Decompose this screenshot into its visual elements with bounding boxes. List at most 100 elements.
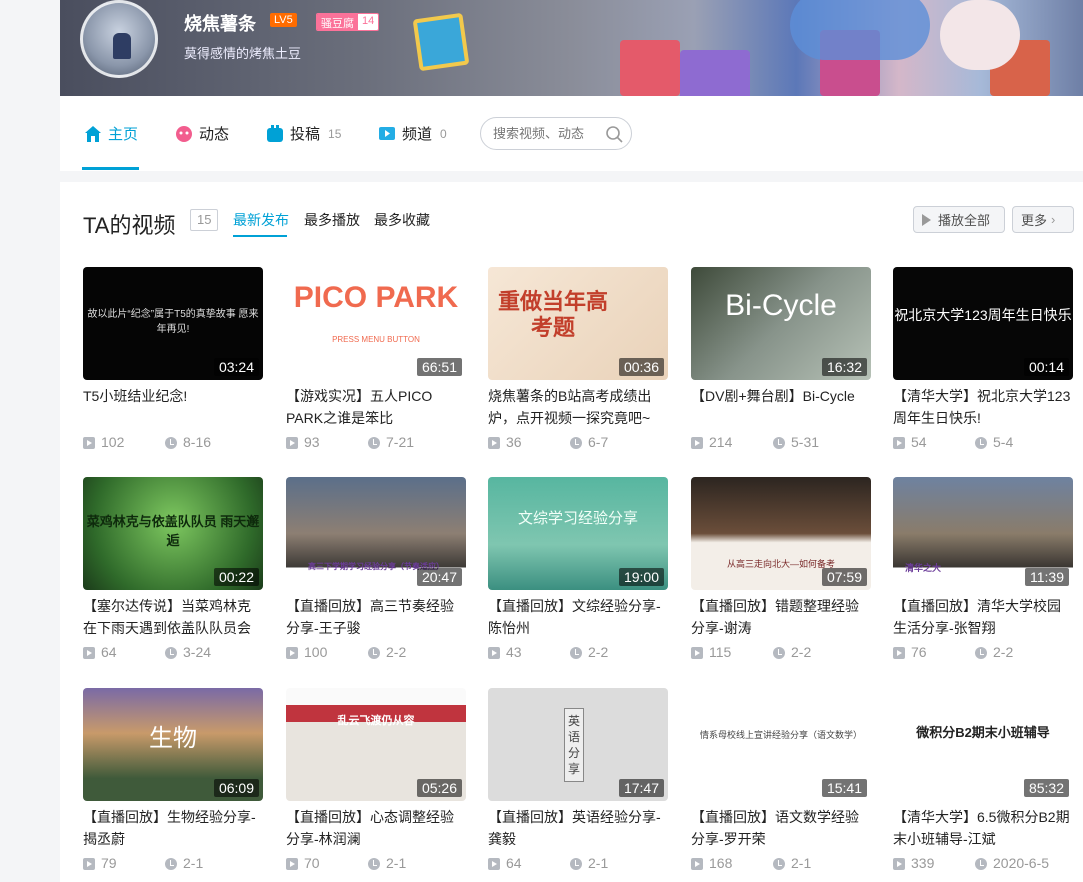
video-meta: 64 2-1 bbox=[488, 855, 668, 873]
play-count-icon bbox=[488, 647, 500, 659]
video-thumbnail[interactable]: 清华之大 11:39 bbox=[893, 477, 1073, 590]
video-title[interactable]: 【游戏实况】五人PICO PARK之谁是笨比 bbox=[286, 385, 466, 429]
clock-icon bbox=[165, 647, 177, 659]
video-thumbnail[interactable]: 乱云飞渡仍从容 05:26 bbox=[286, 688, 466, 801]
video-meta: 76 2-2 bbox=[893, 644, 1073, 662]
play-count-icon bbox=[488, 858, 500, 870]
video-thumbnail[interactable]: Bi-Cycle 16:32 bbox=[691, 267, 871, 380]
video-card[interactable]: 祝北京大学123周年生日快乐 00:14 【清华大学】祝北京大学123周年生日快乐!… bbox=[893, 267, 1073, 467]
search-icon[interactable] bbox=[605, 125, 623, 143]
more-button[interactable]: 更多 › bbox=[1012, 206, 1074, 233]
video-card[interactable]: 高三下学期学习经验分享（节奏适应） 20:47 【直播回放】高三节奏经验分享-王子骏… bbox=[286, 477, 466, 677]
video-meta: 43 2-2 bbox=[488, 644, 668, 662]
play-count-icon bbox=[488, 437, 500, 449]
clock-icon bbox=[773, 437, 785, 449]
tab-latest[interactable]: 最新发布 bbox=[233, 210, 289, 230]
gift-box-decoration bbox=[412, 12, 470, 72]
video-thumbnail[interactable]: PICO PARK PRESS MENU BUTTON 66:51 bbox=[286, 267, 466, 380]
video-title[interactable]: T5小班结业纪念! bbox=[83, 385, 263, 429]
video-title[interactable]: 【直播回放】心态调整经验分享-林润澜 bbox=[286, 806, 466, 850]
video-title[interactable]: 【直播回放】文综经验分享-陈怡州 bbox=[488, 595, 668, 639]
upload-box-icon bbox=[267, 124, 283, 142]
video-card[interactable]: PICO PARK PRESS MENU BUTTON 66:51 【游戏实况】五人P… bbox=[286, 267, 466, 467]
video-title[interactable]: 【直播回放】清华大学校园生活分享-张智翔 bbox=[893, 595, 1073, 639]
play-count-icon bbox=[83, 858, 95, 870]
search-input[interactable] bbox=[493, 126, 603, 141]
video-card[interactable]: 清华之大 11:39 【直播回放】清华大学校园生活分享-张智翔 76 2-2 bbox=[893, 477, 1073, 677]
video-thumbnail[interactable]: 生物 06:09 bbox=[83, 688, 263, 801]
video-thumbnail[interactable]: 菜鸡林克与依盖队队员 雨天邂逅 00:22 bbox=[83, 477, 263, 590]
video-title[interactable]: 【直播回放】高三节奏经验分享-王子骏 bbox=[286, 595, 466, 639]
submit-count: 15 bbox=[328, 126, 342, 141]
video-duration: 20:47 bbox=[416, 568, 462, 586]
video-card[interactable]: 故以此片“纪念”属于T5的真挚故事 愿来年再见! 03:24 T5小班结业纪念! 10… bbox=[83, 267, 263, 467]
thumbnail-text: 文综学习经验分享 bbox=[517, 510, 638, 527]
video-thumbnail[interactable]: 英语分享 17:47 bbox=[488, 688, 668, 801]
video-card[interactable]: 英语分享 17:47 【直播回放】英语经验分享-龚毅 64 2-1 bbox=[488, 688, 668, 882]
video-card[interactable]: 微积分B2期末小班辅导 85:32 【清华大学】6.5微积分B2期末小班辅导-江斌 3… bbox=[893, 688, 1073, 882]
clock-icon bbox=[570, 647, 582, 659]
search-box[interactable] bbox=[480, 117, 632, 150]
thumbnail-text: 菜鸡林克与依盖队队员 雨天邂逅 bbox=[86, 514, 260, 548]
video-thumbnail[interactable]: 从高三走向北大—如何备考 07:59 bbox=[691, 477, 871, 590]
user-avatar[interactable] bbox=[80, 0, 158, 78]
clock-icon bbox=[773, 858, 785, 870]
video-meta: 93 7-21 bbox=[286, 434, 466, 452]
video-thumbnail[interactable]: 故以此片“纪念”属于T5的真挚故事 愿来年再见! 03:24 bbox=[83, 267, 263, 380]
video-title[interactable]: 【清华大学】祝北京大学123周年生日快乐! bbox=[893, 385, 1073, 429]
video-card[interactable]: 生物 06:09 【直播回放】生物经验分享-揭丞蔚 79 2-1 bbox=[83, 688, 263, 882]
video-title[interactable]: 【直播回放】生物经验分享-揭丞蔚 bbox=[83, 806, 263, 850]
play-all-button[interactable]: 播放全部 bbox=[913, 206, 1005, 233]
video-title[interactable]: 【DV剧+舞台剧】Bi-Cycle bbox=[691, 385, 871, 429]
play-count-icon bbox=[286, 437, 298, 449]
clock-icon bbox=[368, 437, 380, 449]
play-count-icon bbox=[691, 858, 703, 870]
tab-channel[interactable]: 频道 0 bbox=[378, 123, 447, 144]
video-duration: 05:26 bbox=[416, 779, 462, 797]
video-thumbnail[interactable]: 高三下学期学习经验分享（节奏适应） 20:47 bbox=[286, 477, 466, 590]
publish-date: 7-21 bbox=[386, 434, 415, 450]
video-card[interactable]: 重做当年高考题 00:36 烧焦薯条的B站高考成绩出炉，点开视频一探究竟吧~ 36 6-… bbox=[488, 267, 668, 467]
video-card[interactable]: 菜鸡林克与依盖队队员 雨天邂逅 00:22 【塞尔达传说】当菜鸡林克在下雨天遇到依盖… bbox=[83, 477, 263, 677]
thumbnail-text: Bi-Cycle bbox=[725, 289, 837, 322]
clock-icon bbox=[368, 858, 380, 870]
video-title[interactable]: 【直播回放】语文数学经验分享-罗开荣 bbox=[691, 806, 871, 850]
tab-dynamic[interactable]: 动态 bbox=[175, 123, 229, 144]
video-title[interactable]: 【直播回放】英语经验分享-龚毅 bbox=[488, 806, 668, 850]
fan-medal[interactable]: 骚豆腐 14 bbox=[316, 13, 380, 31]
video-meta: 214 5-31 bbox=[691, 434, 871, 452]
video-card[interactable]: 情系母校线上宣讲经验分享（语文数学） 15:41 【直播回放】语文数学经验分享-罗开… bbox=[691, 688, 871, 882]
play-icon bbox=[922, 213, 931, 226]
play-count-icon bbox=[286, 858, 298, 870]
tab-most-played[interactable]: 最多播放 bbox=[304, 210, 360, 230]
video-thumbnail[interactable]: 重做当年高考题 00:36 bbox=[488, 267, 668, 380]
video-thumbnail[interactable]: 文综学习经验分享 19:00 bbox=[488, 477, 668, 590]
video-card[interactable]: 从高三走向北大—如何备考 07:59 【直播回放】错题整理经验分享-谢涛 115 2-2 bbox=[691, 477, 871, 677]
video-card[interactable]: 乱云飞渡仍从容 05:26 【直播回放】心态调整经验分享-林润澜 70 2-1 bbox=[286, 688, 466, 882]
video-title[interactable]: 【直播回放】错题整理经验分享-谢涛 bbox=[691, 595, 871, 639]
video-title[interactable]: 【清华大学】6.5微积分B2期末小班辅导-江斌 bbox=[893, 806, 1073, 850]
play-count: 36 bbox=[506, 434, 522, 450]
video-thumbnail[interactable]: 祝北京大学123周年生日快乐 00:14 bbox=[893, 267, 1073, 380]
tab-most-favorited[interactable]: 最多收藏 bbox=[374, 210, 430, 230]
video-duration: 00:22 bbox=[213, 568, 259, 586]
clock-icon bbox=[975, 858, 987, 870]
play-count: 54 bbox=[911, 434, 927, 450]
video-duration: 66:51 bbox=[416, 358, 462, 376]
tab-submit[interactable]: 投稿 15 bbox=[266, 123, 341, 144]
play-count: 100 bbox=[304, 644, 328, 660]
video-card[interactable]: Bi-Cycle 16:32 【DV剧+舞台剧】Bi-Cycle 214 5-31 bbox=[691, 267, 871, 467]
publish-date: 5-31 bbox=[791, 434, 820, 450]
video-title[interactable]: 【塞尔达传说】当菜鸡林克在下雨天遇到依盖队队员会发生 bbox=[83, 595, 263, 639]
tab-home[interactable]: 主页 bbox=[84, 123, 138, 144]
video-card[interactable]: 文综学习经验分享 19:00 【直播回放】文综经验分享-陈怡州 43 2-2 bbox=[488, 477, 668, 677]
play-count: 102 bbox=[101, 434, 125, 450]
video-duration: 15:41 bbox=[821, 779, 867, 797]
video-thumbnail[interactable]: 微积分B2期末小班辅导 85:32 bbox=[893, 688, 1073, 801]
play-count-icon bbox=[893, 647, 905, 659]
video-title[interactable]: 烧焦薯条的B站高考成绩出炉，点开视频一探究竟吧~ bbox=[488, 385, 668, 429]
tab-submit-label: 投稿 bbox=[290, 126, 321, 143]
video-meta: 79 2-1 bbox=[83, 855, 263, 873]
publish-date: 2-2 bbox=[791, 644, 812, 660]
video-thumbnail[interactable]: 情系母校线上宣讲经验分享（语文数学） 15:41 bbox=[691, 688, 871, 801]
